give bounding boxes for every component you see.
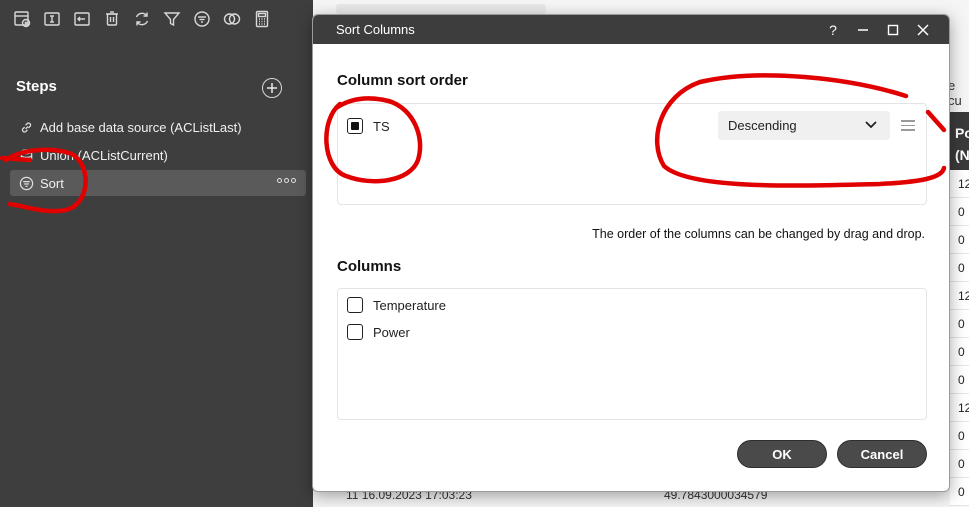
sort-order-title: Column sort order — [337, 72, 468, 89]
merge-icon[interactable] — [222, 8, 242, 30]
dialog-titlebar[interactable]: Sort Columns ? — [313, 15, 949, 44]
step-label: Sort — [40, 175, 64, 191]
trash-icon[interactable] — [102, 8, 122, 30]
more-options-icon[interactable] — [277, 178, 296, 183]
sort-filter-icon[interactable] — [192, 8, 212, 30]
minimize-icon — [858, 28, 868, 31]
database-icon — [18, 147, 34, 163]
sidebar: Steps Add base data source (ACListLast) … — [0, 0, 313, 507]
drag-handle-icon[interactable] — [901, 120, 915, 134]
add-step-button[interactable] — [262, 78, 282, 98]
grid-cell[interactable]: 0 — [950, 366, 969, 394]
drag-drop-hint: The order of the columns can be changed … — [592, 227, 925, 241]
step-union[interactable]: Union (ACListCurrent) — [10, 142, 306, 168]
help-button[interactable]: ? — [827, 22, 839, 38]
ts-label: TS — [373, 119, 390, 134]
steps-title: Steps — [16, 78, 57, 95]
sort-direction-value: Descending — [728, 118, 797, 133]
grid-column-header[interactable]: Po (N — [950, 112, 969, 170]
filter-icon[interactable] — [162, 8, 182, 30]
cancel-button[interactable]: Cancel — [837, 440, 927, 468]
grid-cell[interactable]: 0 — [950, 310, 969, 338]
grid-cell[interactable]: 0 — [950, 422, 969, 450]
grid-cell[interactable]: 12 — [950, 170, 969, 198]
maximize-icon — [887, 24, 899, 35]
plus-icon — [267, 83, 277, 93]
ts-checkbox[interactable] — [347, 118, 363, 134]
refresh-icon[interactable] — [132, 8, 152, 30]
sidebar-toolbar — [12, 8, 272, 30]
window-controls: ? — [827, 15, 929, 44]
grid-cell[interactable]: 0 — [950, 254, 969, 282]
close-button[interactable] — [917, 23, 929, 37]
grid-cell[interactable]: 12 — [950, 282, 969, 310]
grid-cell[interactable]: 0 — [950, 198, 969, 226]
power-label: Power — [373, 325, 410, 340]
grid-cell[interactable]: 0 — [950, 226, 969, 254]
minimize-button[interactable] — [857, 23, 869, 37]
maximize-button[interactable] — [887, 23, 899, 37]
dialog-title: Sort Columns — [336, 22, 415, 37]
import-icon[interactable] — [72, 8, 92, 30]
add-datasource-icon[interactable] — [12, 8, 32, 30]
columns-title: Columns — [337, 258, 402, 275]
sort-columns-dialog: Sort Columns ? Column sort order TS Desc… — [312, 14, 950, 492]
link-icon — [18, 119, 34, 135]
sort-icon — [18, 175, 34, 191]
step-sort[interactable]: Sort — [10, 170, 306, 196]
background-text-fragment: e cu — [948, 78, 962, 108]
calculator-icon[interactable] — [252, 8, 272, 30]
close-icon — [917, 24, 929, 35]
grid-cell[interactable]: 12 — [950, 394, 969, 422]
sort-direction-select[interactable]: Descending — [718, 111, 890, 140]
temperature-checkbox[interactable] — [347, 297, 363, 313]
temperature-label: Temperature — [373, 298, 446, 313]
step-add-base-data-source[interactable]: Add base data source (ACListLast) — [10, 114, 306, 140]
grid-cell[interactable]: 0 — [950, 478, 969, 506]
step-label: Union (ACListCurrent) — [40, 147, 168, 163]
background-tab — [336, 4, 546, 14]
grid-cell[interactable]: 0 — [950, 338, 969, 366]
power-checkbox[interactable] — [347, 324, 363, 340]
step-label: Add base data source (ACListLast) — [40, 119, 242, 135]
grid-cell[interactable]: 0 — [950, 450, 969, 478]
text-field-icon[interactable] — [42, 8, 62, 30]
chevron-down-icon — [864, 119, 878, 134]
ok-button[interactable]: OK — [737, 440, 827, 468]
